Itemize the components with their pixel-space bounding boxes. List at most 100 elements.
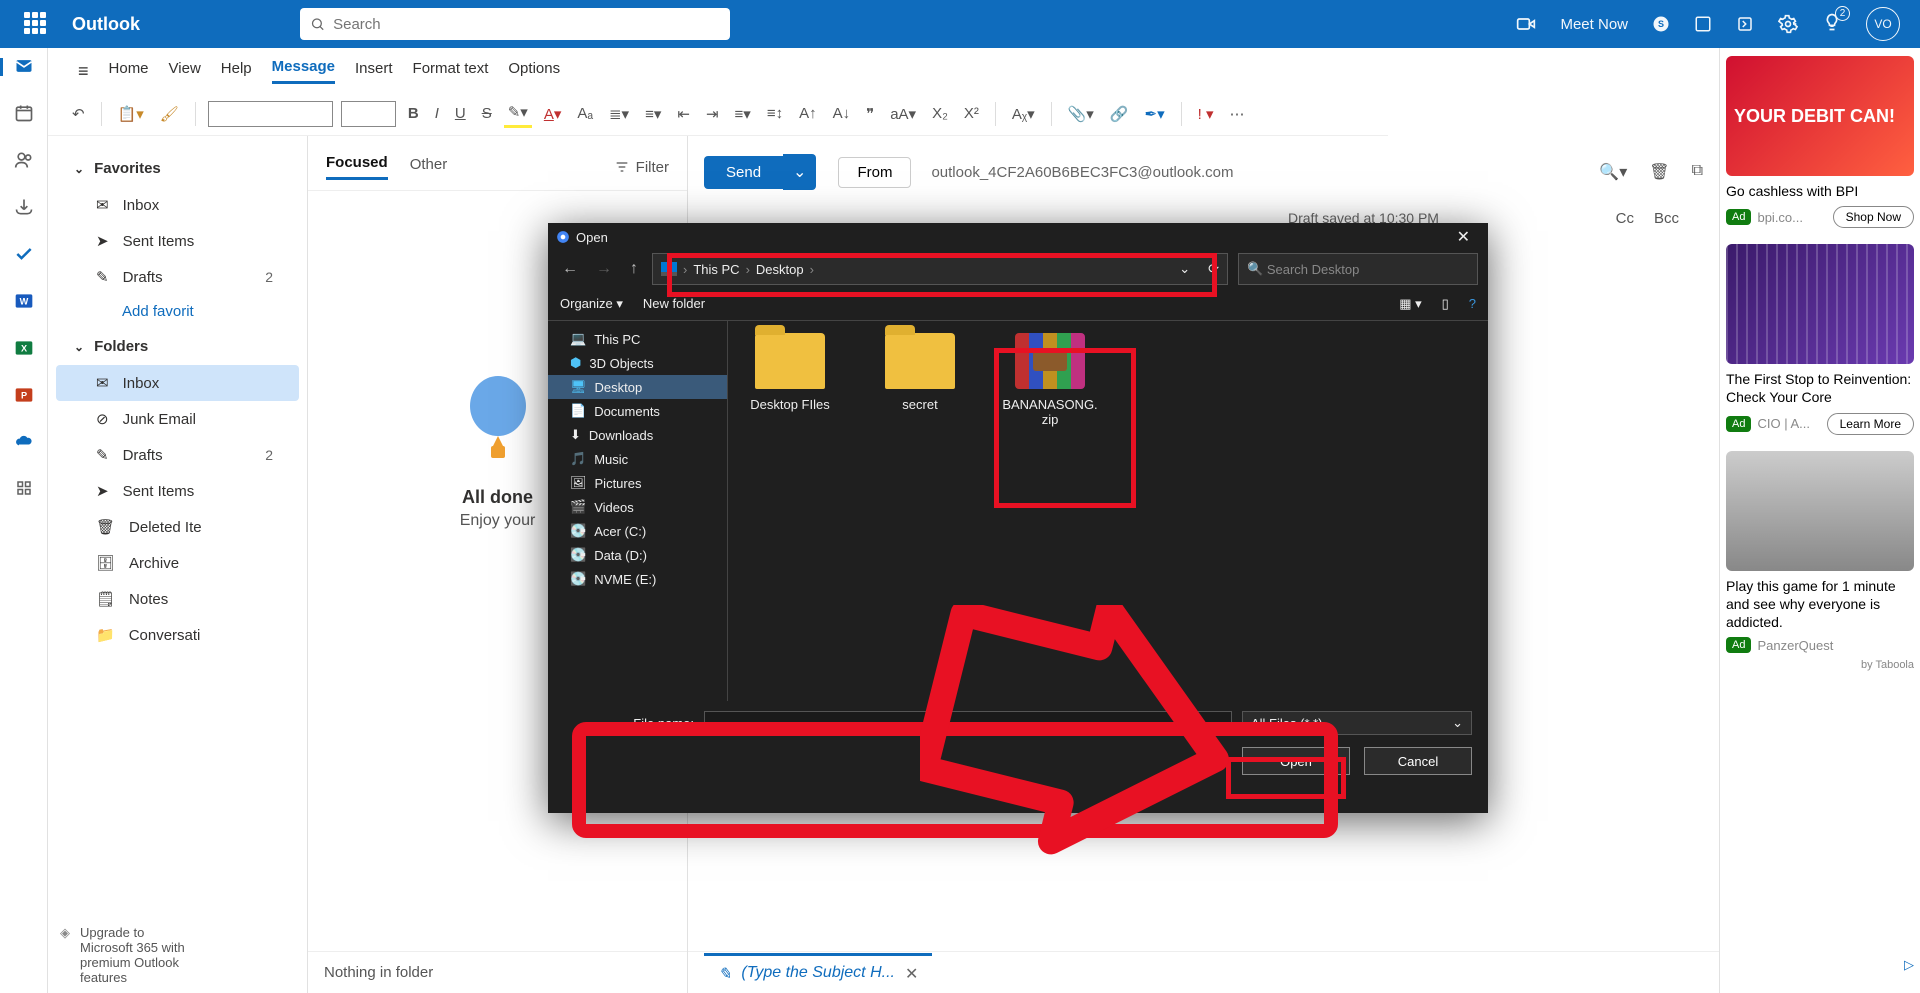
rail-calendar-icon[interactable] [14,103,34,128]
app-launcher-icon[interactable] [24,12,48,36]
breadcrumb-item[interactable]: Desktop [756,262,804,277]
back-icon[interactable]: ← [558,260,582,278]
highlight-icon[interactable]: ✎▾ [504,99,532,128]
line-spacing-icon[interactable]: ≡↕ [763,101,787,126]
clear-format-icon[interactable]: Aᵪ▾ [1008,101,1039,127]
decrease-indent-icon[interactable]: ⇤ [673,101,694,127]
tab-insert[interactable]: Insert [355,60,393,83]
link-icon[interactable]: 🔗 [1106,101,1133,127]
tree-item-drive-c[interactable]: 💽Acer (C:) [548,519,727,543]
filter-button[interactable]: Filter [614,159,669,176]
bullets-icon[interactable]: ≣▾ [605,101,633,127]
tab-options[interactable]: Options [508,60,560,83]
font-shrink-icon[interactable]: A↓ [829,101,855,126]
rail-todo-icon[interactable] [14,244,34,269]
search-input[interactable] [333,16,720,33]
ad-card-3[interactable]: Play this game for 1 minute and see why … [1726,451,1914,654]
folder-sent[interactable]: ➤Sent Items [56,473,299,509]
bold-icon[interactable]: B [404,101,423,126]
dialog-search[interactable]: 🔍 Search Desktop [1238,253,1478,285]
discard-icon[interactable]: 🗑 [1649,162,1669,182]
change-case-icon[interactable]: Aₐ [573,101,597,126]
tree-item-drive-d[interactable]: 💽Data (D:) [548,543,727,567]
address-bar[interactable]: › This PC › Desktop › ⌄ ⟳ [652,253,1228,285]
upgrade-promo[interactable]: ◈ Upgrade to Microsoft 365 with premium … [60,925,295,985]
superscript-icon[interactable]: X² [960,101,983,126]
rail-onedrive-icon[interactable] [14,432,34,457]
add-favorite-link[interactable]: Add favorit [56,295,299,328]
clipboard-icon[interactable]: 📋▾ [114,101,148,127]
increase-indent-icon[interactable]: ⇥ [702,101,723,127]
taboola-attribution[interactable]: by Taboola [1726,659,1914,671]
undo-icon[interactable]: ↶ [68,101,89,127]
refresh-icon[interactable]: ⟳ [1208,261,1219,277]
strike-icon[interactable]: S [478,101,496,126]
tab-view[interactable]: View [169,60,201,83]
styles-icon[interactable]: aA▾ [886,101,920,127]
ad-cta-button[interactable]: Shop Now [1833,206,1914,228]
ad-choices-icon[interactable]: ▷ [1904,957,1914,973]
view-icon[interactable]: ▦ ▾ [1399,296,1421,312]
video-icon[interactable] [1516,14,1536,34]
close-tab-icon[interactable]: ✕ [905,964,918,984]
teams-icon[interactable] [1694,15,1712,33]
font-size-select[interactable] [341,101,396,127]
from-button[interactable]: From [838,157,911,188]
align-icon[interactable]: ≡▾ [731,101,755,127]
tree-item-music[interactable]: 🎵Music [548,447,727,471]
numbering-icon[interactable]: ≡▾ [641,101,665,127]
tab-home[interactable]: Home [109,60,149,83]
cc-button[interactable]: Cc [1616,210,1634,227]
tab-focused[interactable]: Focused [326,154,388,180]
compose-tab[interactable]: ✎ (Type the Subject H... ✕ [704,953,932,992]
rail-excel-icon[interactable]: X [14,338,34,363]
file-item-folder-1[interactable]: Desktop FIles [740,333,840,412]
folder-drafts[interactable]: ✎Drafts2 [56,437,299,473]
filetype-select[interactable]: All Files (*.*)⌄ [1242,711,1472,735]
ad-card-1[interactable]: YOUR DEBIT CAN! Go cashless with BPI Ad … [1726,56,1914,228]
tree-item-downloads[interactable]: ⬇Downloads [548,423,727,447]
immersive-reader-icon[interactable] [1736,15,1754,33]
folder-conversation[interactable]: 📁Conversati [56,617,299,653]
underline-icon[interactable]: U [451,101,470,126]
favorites-header[interactable]: ⌄ Favorites [56,150,299,187]
help-icon[interactable]: ? [1469,296,1476,311]
font-name-select[interactable] [208,101,333,127]
tree-item-drive-e[interactable]: 💽NVME (E:) [548,567,727,591]
rail-more-apps-icon[interactable] [15,479,33,502]
zoom-icon[interactable]: 🔍▾ [1599,162,1627,182]
folder-junk[interactable]: ⊘Junk Email [56,401,299,437]
skype-icon[interactable]: S [1652,15,1670,33]
tree-item-pictures[interactable]: 🖼Pictures [548,471,727,495]
address-dropdown-icon[interactable]: ⌄ [1179,261,1190,277]
font-grow-icon[interactable]: A↑ [795,101,821,126]
folders-header[interactable]: ⌄ Folders [56,328,299,365]
tree-item-this-pc[interactable]: 💻This PC [548,327,727,351]
organize-button[interactable]: Organize ▾ [560,296,623,312]
filename-input[interactable] [704,711,1232,735]
rail-powerpoint-icon[interactable]: P [14,385,34,410]
rail-people-icon[interactable] [14,150,34,175]
tree-item-videos[interactable]: 🎬Videos [548,495,727,519]
tab-format-text[interactable]: Format text [413,60,489,83]
attach-icon[interactable]: 📎▾ [1064,101,1098,127]
ad-cta-button[interactable]: Learn More [1827,413,1914,435]
format-painter-icon[interactable]: 🖌 [156,101,183,127]
meet-now-button[interactable]: Meet Now [1560,16,1628,33]
tab-message[interactable]: Message [272,58,335,84]
breadcrumb-item[interactable]: This PC [693,262,739,277]
importance-icon[interactable]: ! ▾ [1194,101,1218,127]
ribbon-more-icon[interactable]: ⋯ [1226,101,1249,127]
italic-icon[interactable]: I [431,101,443,126]
rail-files-icon[interactable] [14,197,34,222]
up-icon[interactable]: ↑ [626,260,642,278]
settings-icon[interactable] [1778,14,1798,34]
file-item-folder-2[interactable]: secret [870,333,970,412]
tree-item-3d[interactable]: ⬢3D Objects [548,351,727,375]
close-dialog-icon[interactable]: ✕ [1447,225,1480,249]
forward-icon[interactable]: → [592,260,616,278]
cancel-button[interactable]: Cancel [1364,747,1472,775]
new-folder-button[interactable]: New folder [643,296,705,311]
send-dropdown[interactable]: ⌄ [783,154,816,190]
bcc-button[interactable]: Bcc [1654,210,1679,227]
